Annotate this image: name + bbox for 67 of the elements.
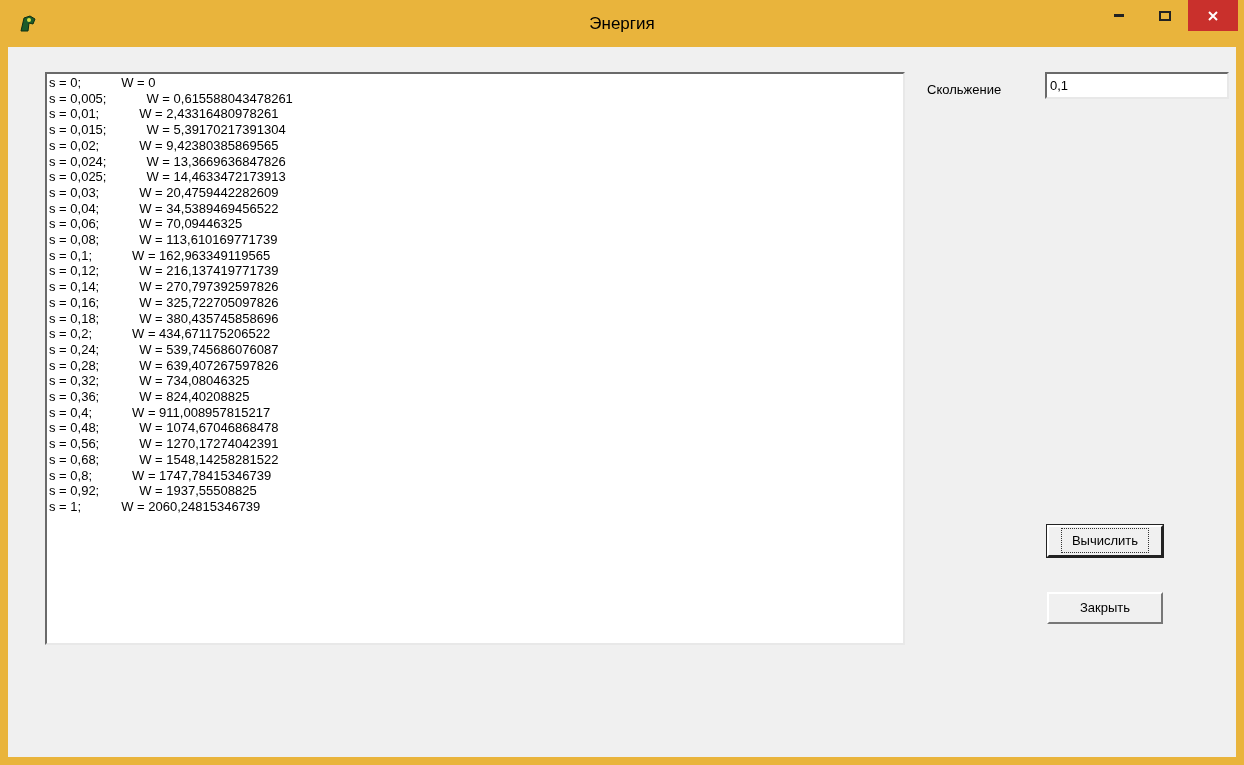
w-value: W = 1270,17274042391 [139,436,279,452]
close-dialog-button[interactable]: Закрыть [1047,591,1163,624]
slip-input[interactable]: 0,1 [1045,72,1229,99]
w-value: W = 5,39170217391304 [146,122,286,138]
s-value: s = 0,16; [49,294,100,311]
s-value: s = 0,12; [49,263,100,280]
w-value: W = 639,407267597826 [139,357,279,374]
close-icon [1208,10,1218,21]
w-value: W = 734,08046325 [139,373,250,390]
w-value: W = 216,137419771739 [139,263,279,280]
output-memo[interactable] [45,72,905,645]
w-value: W = 2060,24815346739 [121,499,261,515]
s-value: s = 0,03; [49,184,100,201]
s-value: s = 0,36; [49,389,100,405]
w-value: W = 434,671175206522 [132,326,271,342]
s-value: s = 0,2; [49,326,92,342]
window-title: Энергия [589,12,655,35]
s-value: s = 0,08; [49,232,100,248]
w-value: W = 34,5389469456522 [139,200,279,217]
maximize-icon [1159,10,1171,21]
s-value: s = 0,02; [49,137,100,154]
calculate-button[interactable]: Вычислить [1047,524,1163,557]
w-value: W = 824,40208825 [139,389,250,405]
w-value: W = 539,745686076087 [139,341,279,358]
s-value: s = 0,32; [49,373,100,390]
w-value: W = 2,43316480978261 [139,106,279,123]
s-value: s = 0,005; [49,90,107,107]
s-value: s = 0,48; [49,420,100,437]
w-value: W = 325,722705097826 [139,294,279,311]
w-value: W = 1074,67046868478 [139,420,279,437]
w-value: W = 20,4759442282609 [139,184,279,201]
w-value: W = 911,008957815217 [132,404,271,421]
w-value: W = 0 [121,75,156,91]
s-value: s = 0,024; [49,153,107,170]
w-value: W = 1937,55508825 [139,483,257,499]
w-value: W = 380,435745858696 [139,310,279,327]
w-value: W = 162,963349119565 [132,247,271,264]
s-value: s = 0,06; [49,216,100,233]
s-value: s = 0,56; [49,436,100,452]
w-value: W = 0,615588043478261 [146,90,293,107]
s-value: s = 0,01; [49,106,100,123]
w-value: W = 270,797392597826 [139,279,279,295]
slip-label: Скольжение [927,81,1003,99]
s-value: s = 0,24; [49,341,100,358]
w-value: W = 14,4633472173913 [146,169,286,185]
s-value: s = 0,1; [49,247,92,264]
s-value: s = 0,28; [49,357,100,374]
s-value: s = 0,4; [49,404,92,421]
s-value: s = 0,92; [49,483,100,499]
s-value: s = 0,68; [49,451,100,468]
w-value: W = 70,09446325 [139,216,243,233]
w-value: W = 1747,78415346739 [132,467,272,484]
minimize-icon [1114,14,1124,17]
s-value: s = 0,8; [49,467,92,484]
s-value: s = 1; [49,499,82,515]
w-value: W = 1548,14258281522 [139,451,279,468]
s-value: s = 0; [49,75,82,91]
w-value: W = 13,3669636847826 [146,153,286,170]
w-value: W = 9,42380385869565 [139,137,279,154]
close-button[interactable] [1188,0,1238,31]
s-value: s = 0,18; [49,310,100,327]
s-value: s = 0,04; [49,200,100,217]
s-value: s = 0,015; [49,122,107,138]
app-icon [18,13,38,34]
s-value: s = 0,025; [49,169,107,185]
s-value: s = 0,14; [49,279,100,295]
w-value: W = 113,610169771739 [139,232,278,248]
